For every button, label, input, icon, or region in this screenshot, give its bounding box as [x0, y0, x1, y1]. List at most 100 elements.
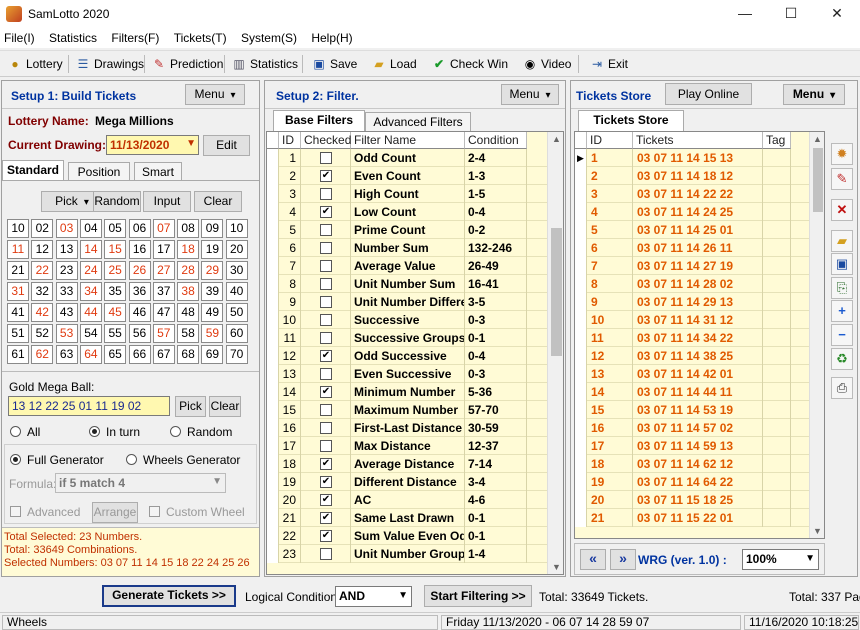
- row-header[interactable]: [267, 293, 279, 311]
- row-header[interactable]: [575, 383, 587, 401]
- number-cell[interactable]: 60: [225, 324, 248, 343]
- filter-checkbox[interactable]: ✔: [320, 512, 332, 524]
- filter-row[interactable]: 17 Max Distance 12-37: [267, 437, 547, 455]
- filter-checkbox[interactable]: [320, 314, 332, 326]
- radio-all[interactable]: [10, 426, 21, 437]
- number-cell[interactable]: 12: [31, 240, 54, 259]
- row-header[interactable]: [575, 347, 587, 365]
- number-cell[interactable]: 26: [128, 261, 151, 280]
- tickets-scrollbar[interactable]: ▲ ▼: [809, 132, 824, 538]
- row-header[interactable]: [267, 311, 279, 329]
- filter-row[interactable]: 3 High Count 1-5: [267, 185, 547, 203]
- row-header[interactable]: [267, 239, 279, 257]
- filter-checkbox[interactable]: ✔: [320, 530, 332, 542]
- number-cell[interactable]: 31: [7, 282, 29, 301]
- filter-scrollbar[interactable]: ▲ ▼: [547, 132, 563, 574]
- number-cell[interactable]: 68: [177, 345, 200, 364]
- number-cell[interactable]: 03: [55, 219, 78, 238]
- number-cell[interactable]: 27: [152, 261, 175, 280]
- prediction-button[interactable]: ✎ Prediction: [150, 54, 223, 74]
- ticket-row[interactable]: 17 03 07 11 14 59 13: [575, 437, 809, 455]
- number-cell[interactable]: 22: [31, 261, 54, 280]
- filter-row[interactable]: 6 Number Sum 132-246: [267, 239, 547, 257]
- open-tickets-icon[interactable]: ✹: [831, 143, 853, 165]
- advanced-checkbox[interactable]: [10, 506, 21, 517]
- number-cell[interactable]: 50: [225, 303, 248, 322]
- number-cell[interactable]: 54: [79, 324, 102, 343]
- setup1-menu-button[interactable]: Menu: [185, 84, 245, 105]
- filter-checkbox[interactable]: [320, 422, 332, 434]
- number-cell[interactable]: 24: [79, 261, 102, 280]
- filter-checkbox[interactable]: ✔: [320, 494, 332, 506]
- number-cell[interactable]: 18: [177, 240, 200, 259]
- number-cell[interactable]: 14: [79, 240, 102, 259]
- row-header[interactable]: [575, 311, 587, 329]
- scroll-thumb[interactable]: [813, 148, 823, 212]
- number-cell[interactable]: 63: [55, 345, 78, 364]
- number-cell[interactable]: 08: [177, 219, 200, 238]
- save-button[interactable]: ▣ Save: [310, 54, 357, 74]
- row-header[interactable]: [267, 365, 279, 383]
- menu-filters[interactable]: Filters(F): [107, 28, 164, 45]
- ticket-row[interactable]: 16 03 07 11 14 57 02: [575, 419, 809, 437]
- print-icon[interactable]: ⎙: [831, 377, 853, 399]
- ticket-row[interactable]: 9 03 07 11 14 29 13: [575, 293, 809, 311]
- number-cell[interactable]: 23: [55, 261, 78, 280]
- number-cell[interactable]: 56: [128, 324, 151, 343]
- row-header[interactable]: [267, 329, 279, 347]
- menu-statistics[interactable]: Statistics: [45, 28, 102, 45]
- remove-icon[interactable]: −: [831, 324, 853, 346]
- first-page-icon[interactable]: «: [580, 549, 606, 570]
- filter-row[interactable]: 9 Unit Number Differe 3-5: [267, 293, 547, 311]
- lottery-button[interactable]: ● Lottery: [6, 54, 62, 74]
- number-cell[interactable]: 29: [201, 261, 224, 280]
- number-cell[interactable]: 59: [201, 324, 224, 343]
- filter-row[interactable]: 19 ✔ Different Distance 3-4: [267, 473, 547, 491]
- row-header[interactable]: [267, 473, 279, 491]
- number-cell[interactable]: 32: [31, 282, 54, 301]
- number-cell[interactable]: 58: [177, 324, 200, 343]
- row-header[interactable]: [267, 527, 279, 545]
- start-filtering-button[interactable]: Start Filtering >>: [424, 585, 532, 607]
- row-header[interactable]: [575, 221, 587, 239]
- number-cell[interactable]: 15: [104, 240, 127, 259]
- save-icon[interactable]: ▣: [831, 253, 853, 275]
- number-cell[interactable]: 61: [7, 345, 29, 364]
- filter-row[interactable]: 20 ✔ AC 4-6: [267, 491, 547, 509]
- exit-button[interactable]: ⇥ Exit: [588, 54, 628, 74]
- filter-checkbox[interactable]: ✔: [320, 458, 332, 470]
- ticket-row[interactable]: ▶ 1 03 07 11 14 15 13: [575, 149, 809, 167]
- drawing-date-select[interactable]: 11/13/2020 ▼: [106, 135, 199, 155]
- ticket-row[interactable]: 2 03 07 11 14 18 12: [575, 167, 809, 185]
- filter-checkbox[interactable]: [320, 152, 332, 164]
- filter-row[interactable]: 14 ✔ Minimum Number 5-36: [267, 383, 547, 401]
- recycle-icon[interactable]: ♻: [831, 348, 853, 370]
- number-cell[interactable]: 07: [152, 219, 175, 238]
- tab-smart[interactable]: Smart: [134, 162, 182, 181]
- filter-row[interactable]: 21 ✔ Same Last Drawn 0-1: [267, 509, 547, 527]
- generate-tickets-button[interactable]: Generate Tickets >>: [102, 585, 236, 607]
- number-cell[interactable]: 69: [201, 345, 224, 364]
- delete-icon[interactable]: ✕: [831, 199, 853, 221]
- ticket-row[interactable]: 19 03 07 11 14 64 22: [575, 473, 809, 491]
- row-header[interactable]: [267, 275, 279, 293]
- edit-tickets-icon[interactable]: ✎: [831, 168, 853, 190]
- row-header[interactable]: [575, 293, 587, 311]
- row-header[interactable]: [575, 473, 587, 491]
- ticket-row[interactable]: 6 03 07 11 14 26 11: [575, 239, 809, 257]
- filter-row[interactable]: 4 ✔ Low Count 0-4: [267, 203, 547, 221]
- scroll-up-icon[interactable]: ▲: [813, 134, 822, 144]
- open-folder-icon[interactable]: ▰: [831, 230, 853, 252]
- number-cell[interactable]: 35: [104, 282, 127, 301]
- number-cell[interactable]: 51: [7, 324, 29, 343]
- number-cell[interactable]: 38: [177, 282, 200, 301]
- row-header[interactable]: [575, 509, 587, 527]
- ticket-row[interactable]: 10 03 07 11 14 31 12: [575, 311, 809, 329]
- number-cell[interactable]: 09: [201, 219, 224, 238]
- row-header[interactable]: [267, 347, 279, 365]
- scroll-down-icon[interactable]: ▼: [552, 562, 561, 572]
- number-cell[interactable]: 47: [152, 303, 175, 322]
- number-cell[interactable]: 65: [104, 345, 127, 364]
- row-header[interactable]: [267, 509, 279, 527]
- number-cell[interactable]: 42: [31, 303, 54, 322]
